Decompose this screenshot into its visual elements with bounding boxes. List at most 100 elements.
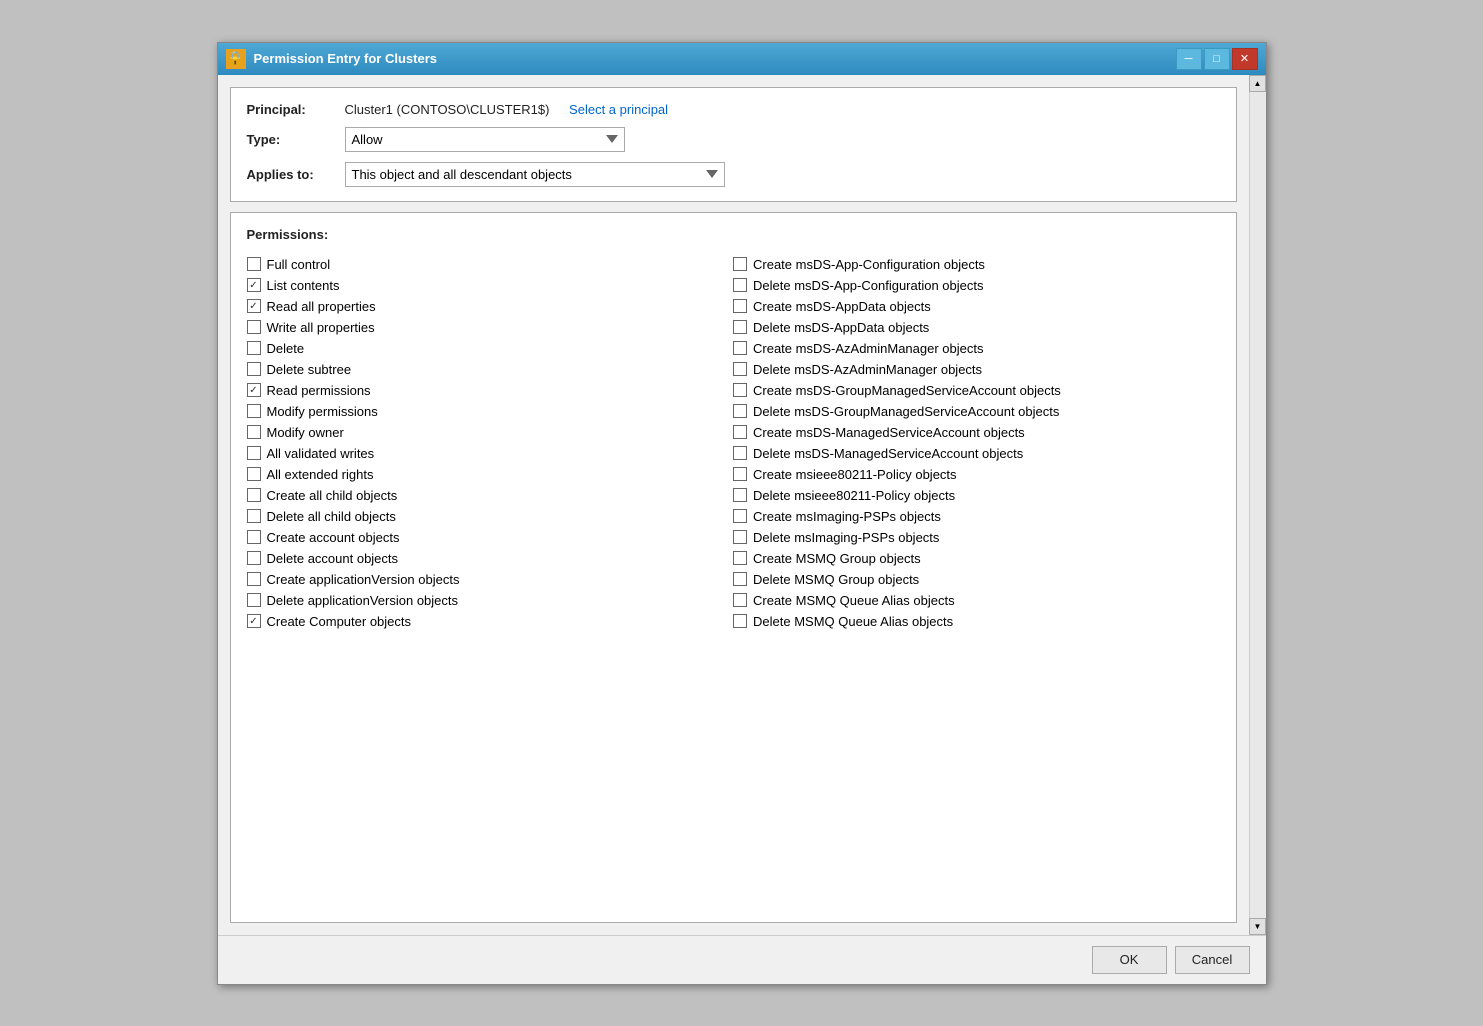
perm-item[interactable]: ✓ List contents [247, 275, 734, 296]
perm-item[interactable]: Create MSMQ Group objects [733, 548, 1220, 569]
checkbox[interactable] [733, 341, 747, 355]
perm-item[interactable]: Delete msDS-App-Configuration objects [733, 275, 1220, 296]
type-dropdown-value: Allow [352, 132, 383, 147]
perm-item[interactable]: Delete msDS-AzAdminManager objects [733, 359, 1220, 380]
perm-item[interactable]: Create applicationVersion objects [247, 569, 734, 590]
minimize-button[interactable]: ─ [1176, 48, 1202, 70]
perm-item[interactable]: Create msDS-ManagedServiceAccount object… [733, 422, 1220, 443]
perm-item[interactable]: ✓Read permissions [247, 380, 734, 401]
close-button[interactable]: ✕ [1232, 48, 1258, 70]
checkbox[interactable] [247, 488, 261, 502]
perm-item[interactable]: Delete subtree [247, 359, 734, 380]
perm-item[interactable]: Create msDS-GroupManagedServiceAccount o… [733, 380, 1220, 401]
scroll-up-arrow[interactable]: ▲ [1249, 75, 1266, 92]
scrollbar[interactable]: ▲ ▼ [1249, 75, 1266, 935]
perm-label: Create account objects [267, 530, 400, 545]
perm-item[interactable]: Full control [247, 254, 734, 275]
checkbox[interactable] [247, 509, 261, 523]
checkbox[interactable] [733, 362, 747, 376]
cancel-button[interactable]: Cancel [1175, 946, 1250, 974]
perm-label: List contents [267, 278, 340, 293]
perm-item[interactable]: Create msImaging-PSPs objects [733, 506, 1220, 527]
select-principal-link[interactable]: Select a principal [569, 102, 668, 117]
checkbox[interactable] [733, 614, 747, 628]
checkbox[interactable] [247, 572, 261, 586]
perm-label: Create all child objects [267, 488, 398, 503]
principal-value: Cluster1 (CONTOSO\CLUSTER1$) [345, 102, 550, 117]
checkbox[interactable] [733, 257, 747, 271]
type-dropdown[interactable]: Allow [345, 127, 625, 152]
perm-item[interactable]: Delete account objects [247, 548, 734, 569]
perm-label: Create msDS-ManagedServiceAccount object… [753, 425, 1025, 440]
perm-item[interactable]: Delete msImaging-PSPs objects [733, 527, 1220, 548]
checkbox[interactable] [733, 446, 747, 460]
perm-item[interactable]: Create msDS-AppData objects [733, 296, 1220, 317]
principal-row: Principal: Cluster1 (CONTOSO\CLUSTER1$) … [247, 102, 1220, 117]
perm-item[interactable]: Delete MSMQ Group objects [733, 569, 1220, 590]
checkbox[interactable] [733, 467, 747, 481]
header-section: Principal: Cluster1 (CONTOSO\CLUSTER1$) … [230, 87, 1237, 202]
ok-button[interactable]: OK [1092, 946, 1167, 974]
checkbox[interactable] [247, 425, 261, 439]
perm-item[interactable]: Create MSMQ Queue Alias objects [733, 590, 1220, 611]
checkbox[interactable] [733, 383, 747, 397]
checkbox[interactable] [733, 593, 747, 607]
checkbox[interactable]: ✓ [247, 383, 261, 397]
perm-label: Delete msDS-App-Configuration objects [753, 278, 984, 293]
perm-item[interactable]: Delete [247, 338, 734, 359]
perm-item[interactable]: ✓Read all properties [247, 296, 734, 317]
perm-label: Create applicationVersion objects [267, 572, 460, 587]
perm-item[interactable]: Delete MSMQ Queue Alias objects [733, 611, 1220, 632]
checkbox[interactable] [247, 593, 261, 607]
perm-item[interactable]: Delete msDS-ManagedServiceAccount object… [733, 443, 1220, 464]
checkbox[interactable] [247, 362, 261, 376]
checkbox[interactable]: ✓ [247, 614, 261, 628]
perm-item[interactable]: Create msieee80211-Policy objects [733, 464, 1220, 485]
checkbox[interactable] [733, 404, 747, 418]
perm-label: Create msDS-AzAdminManager objects [753, 341, 983, 356]
checkbox[interactable] [733, 530, 747, 544]
perm-item[interactable]: Modify owner [247, 422, 734, 443]
perm-item[interactable]: Create msDS-App-Configuration objects [733, 254, 1220, 275]
checkbox[interactable] [733, 551, 747, 565]
perm-item[interactable]: ✓Create Computer objects [247, 611, 734, 632]
applies-to-dropdown[interactable]: This object and all descendant objects [345, 162, 725, 187]
scroll-track [1250, 92, 1266, 918]
checkbox[interactable] [247, 551, 261, 565]
perm-item[interactable]: All validated writes [247, 443, 734, 464]
checkbox[interactable] [247, 341, 261, 355]
perm-label: Delete msDS-GroupManagedServiceAccount o… [753, 404, 1059, 419]
checkbox[interactable] [247, 320, 261, 334]
checkbox[interactable] [733, 299, 747, 313]
perm-item[interactable]: Delete msieee80211-Policy objects [733, 485, 1220, 506]
perm-label: Delete MSMQ Group objects [753, 572, 919, 587]
perm-item[interactable]: Write all properties [247, 317, 734, 338]
scroll-down-arrow[interactable]: ▼ [1249, 918, 1266, 935]
checkbox[interactable]: ✓ [247, 299, 261, 313]
checkbox[interactable]: ✓ [247, 278, 261, 292]
window-title: Permission Entry for Clusters [254, 51, 438, 66]
perm-label: Delete [267, 341, 305, 356]
perm-item[interactable]: Delete msDS-AppData objects [733, 317, 1220, 338]
checkbox[interactable] [733, 278, 747, 292]
maximize-button[interactable]: □ [1204, 48, 1230, 70]
perm-item[interactable]: All extended rights [247, 464, 734, 485]
checkbox[interactable] [247, 446, 261, 460]
checkbox[interactable] [247, 467, 261, 481]
checkbox[interactable] [733, 488, 747, 502]
perm-item[interactable]: Modify permissions [247, 401, 734, 422]
checkbox[interactable] [247, 404, 261, 418]
checkbox[interactable] [247, 530, 261, 544]
perm-item[interactable]: Delete msDS-GroupManagedServiceAccount o… [733, 401, 1220, 422]
checkbox[interactable] [733, 572, 747, 586]
perm-item[interactable]: Create all child objects [247, 485, 734, 506]
perm-item[interactable]: Create account objects [247, 527, 734, 548]
perm-label: Delete applicationVersion objects [267, 593, 459, 608]
perm-item[interactable]: Create msDS-AzAdminManager objects [733, 338, 1220, 359]
perm-item[interactable]: Delete all child objects [247, 506, 734, 527]
checkbox[interactable] [733, 425, 747, 439]
checkbox[interactable] [733, 320, 747, 334]
perm-item[interactable]: Delete applicationVersion objects [247, 590, 734, 611]
checkbox[interactable] [247, 257, 261, 271]
checkbox[interactable] [733, 509, 747, 523]
